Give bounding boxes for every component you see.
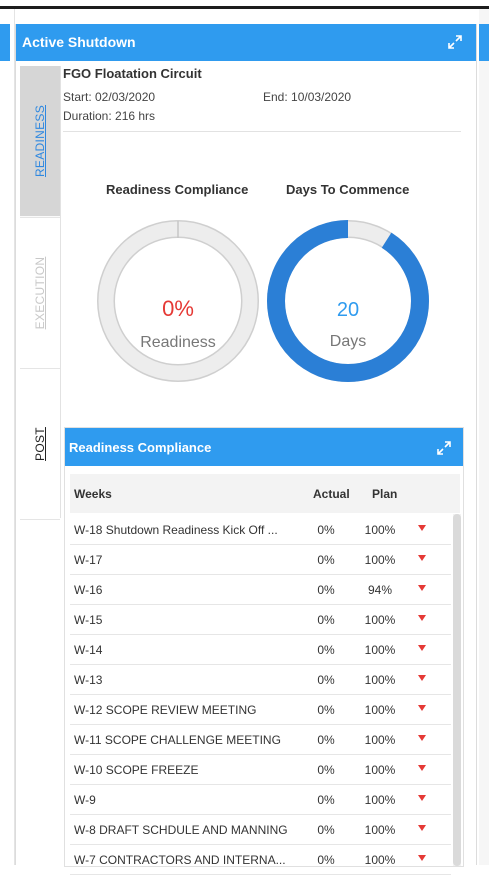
expand-icon[interactable] [437, 441, 451, 455]
actual-cell: 0% [317, 673, 335, 687]
table-row[interactable]: W-8 DRAFT SCHDULE AND MANNING 0% 100% [70, 814, 451, 845]
info-divider [63, 131, 461, 132]
right-neighbor-panel [479, 9, 489, 865]
actual-cell: 0% [317, 703, 335, 717]
readiness-compliance-panel: Readiness Compliance Weeks Actual Plan W… [64, 427, 464, 875]
down-arrow-icon [418, 795, 426, 801]
table-row[interactable]: W-12 SCOPE REVIEW MEETING 0% 100% [70, 694, 451, 725]
plan-cell: 100% [364, 733, 396, 747]
actual-cell: 0% [317, 733, 335, 747]
week-cell: W-15 [74, 613, 103, 627]
down-arrow-icon [418, 645, 426, 651]
tab-readiness-label: READINESS [33, 104, 47, 178]
table-row[interactable]: W-15 0% 100% [70, 604, 451, 635]
duration: Duration: 216 hrs [63, 109, 156, 123]
scrollbar-thumb[interactable] [453, 514, 461, 866]
actual-cell: 0% [317, 583, 335, 597]
plan-cell: 100% [364, 673, 396, 687]
tab-readiness[interactable]: READINESS [20, 66, 60, 216]
table-row[interactable]: W-7 CONTRACTORS AND INTERNA... 0% 100% [70, 844, 451, 875]
readiness-gauge: 0% Readiness [97, 220, 259, 382]
actual-cell: 0% [317, 613, 335, 627]
table-row[interactable]: W-17 0% 100% [70, 544, 451, 575]
start-date: Start: 02/03/2020 [63, 90, 156, 104]
down-arrow-icon [418, 855, 426, 861]
plan-cell: 100% [364, 763, 396, 777]
circuit-title: FGO Floatation Circuit [63, 66, 202, 81]
compliance-title: Readiness Compliance [69, 440, 212, 455]
week-cell: W-8 DRAFT SCHDULE AND MANNING [74, 823, 288, 837]
top-border [0, 6, 489, 9]
plan-cell: 100% [364, 553, 396, 567]
down-arrow-icon [418, 525, 426, 531]
compliance-table-header: Weeks Actual Plan [70, 474, 460, 513]
commence-gauge: 20 Days [267, 220, 429, 382]
commence-gauge-title: Days To Commence [286, 182, 410, 197]
expand-icon[interactable] [448, 35, 462, 49]
panel-title: Active Shutdown [22, 34, 136, 50]
column-actual: Actual [313, 487, 350, 501]
end-date: End: 10/03/2020 [263, 90, 352, 104]
plan-cell: 100% [364, 613, 396, 627]
down-arrow-icon [418, 825, 426, 831]
column-plan: Plan [372, 487, 398, 501]
commence-gauge-label: Days [330, 333, 366, 350]
readiness-gauge-label: Readiness [140, 334, 216, 351]
week-cell: W-18 Shutdown Readiness Kick Off ... [74, 523, 278, 537]
plan-cell: 100% [364, 703, 396, 717]
table-row[interactable]: W-18 Shutdown Readiness Kick Off ... 0% 10… [70, 514, 451, 545]
plan-cell: 100% [364, 793, 396, 807]
panel-header: Active Shutdown [16, 24, 476, 61]
down-arrow-icon [418, 585, 426, 591]
actual-cell: 0% [317, 763, 335, 777]
down-arrow-icon [418, 615, 426, 621]
actual-cell: 0% [317, 523, 335, 537]
week-cell: W-14 [74, 643, 103, 657]
left-neighbor-header [0, 24, 10, 61]
readiness-gauge-value: 0% [162, 296, 194, 321]
table-row[interactable]: W-16 0% 94% [70, 574, 451, 605]
down-arrow-icon [418, 705, 426, 711]
tab-post[interactable]: POST [20, 368, 60, 520]
down-arrow-icon [418, 735, 426, 741]
week-cell: W-17 [74, 553, 103, 567]
week-cell: W-10 SCOPE FREEZE [74, 763, 199, 777]
left-neighbor-panel [0, 9, 15, 865]
compliance-header: Readiness Compliance [65, 428, 463, 466]
right-neighbor-header [479, 24, 489, 61]
plan-cell: 94% [367, 583, 393, 597]
plan-cell: 100% [364, 643, 396, 657]
table-row[interactable]: W-14 0% 100% [70, 634, 451, 665]
down-arrow-icon [418, 765, 426, 771]
plan-cell: 100% [364, 523, 396, 537]
actual-cell: 0% [317, 823, 335, 837]
week-cell: W-12 SCOPE REVIEW MEETING [74, 703, 257, 717]
plan-cell: 100% [364, 823, 396, 837]
side-tabs: READINESS EXECUTION POST [20, 66, 61, 520]
week-cell: W-9 [74, 793, 96, 807]
down-arrow-icon [418, 675, 426, 681]
table-row[interactable]: W-9 0% 100% [70, 784, 451, 815]
table-row[interactable]: W-10 SCOPE FREEZE 0% 100% [70, 754, 451, 785]
column-weeks: Weeks [74, 487, 112, 501]
week-cell: W-16 [74, 583, 103, 597]
tab-execution-label: EXECUTION [33, 256, 47, 330]
table-row[interactable]: W-11 SCOPE CHALLENGE MEETING 0% 100% [70, 724, 451, 755]
actual-cell: 0% [317, 793, 335, 807]
table-row[interactable]: W-13 0% 100% [70, 664, 451, 695]
week-cell: W-13 [74, 673, 103, 687]
active-shutdown-panel: Active Shutdown READINESS EXECUTION POST… [15, 24, 477, 875]
readiness-gauge-title: Readiness Compliance [106, 182, 249, 197]
actual-cell: 0% [317, 643, 335, 657]
actual-cell: 0% [317, 553, 335, 567]
down-arrow-icon [418, 555, 426, 561]
tab-post-label: POST [33, 427, 47, 461]
week-cell: W-11 SCOPE CHALLENGE MEETING [74, 733, 281, 747]
commence-gauge-value: 20 [337, 299, 359, 321]
tab-execution[interactable]: EXECUTION [20, 217, 60, 368]
